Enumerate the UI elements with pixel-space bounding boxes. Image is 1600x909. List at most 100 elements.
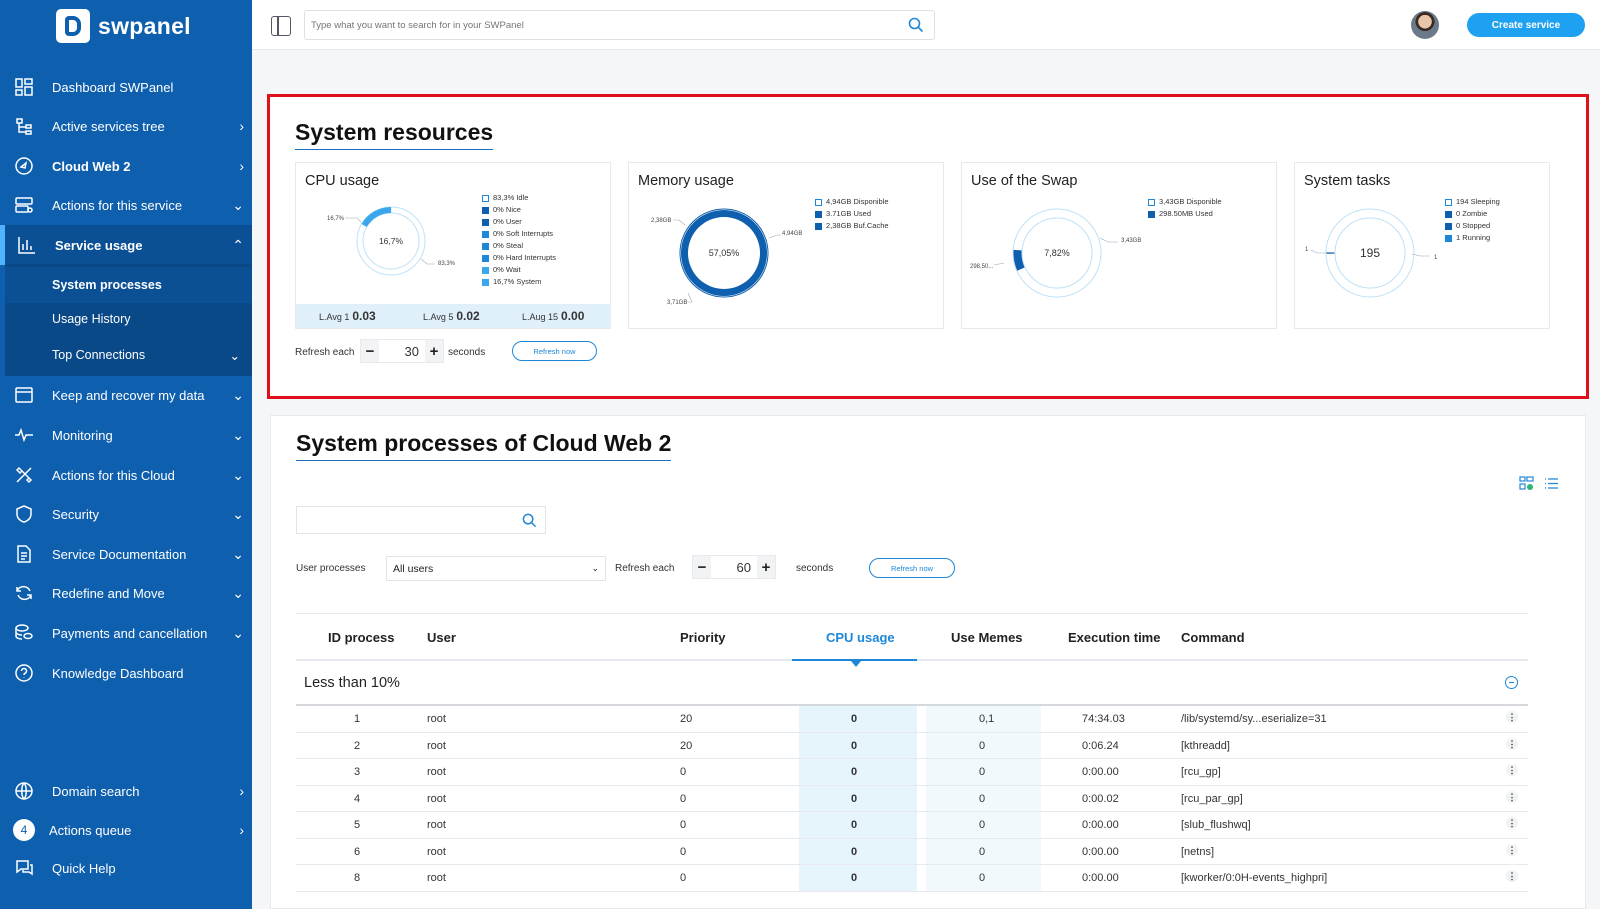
- help-circle-icon: [13, 662, 35, 684]
- memory-donut-chart: 57,05% 2,38GB 4,94GB 3,71GB: [651, 208, 802, 306]
- table-row[interactable]: 6 root 0 0 0 0:00.00 [netns] ⋮: [296, 838, 1528, 865]
- tools-icon: [13, 464, 35, 486]
- table-row[interactable]: 4 root 0 0 0 0:00.02 [rcu_par_gp] ⋮: [296, 785, 1528, 812]
- tasks-legend: 194 Sleeping 0 Zombie 0 Stopped 1 Runnin…: [1445, 196, 1500, 244]
- col-id-process[interactable]: ID process: [328, 630, 394, 645]
- cell-command: [slub_flushwq]: [1181, 819, 1251, 831]
- sidebar-item-actions-service[interactable]: Actions for this service ⌄: [0, 185, 252, 225]
- seconds-label: seconds: [448, 347, 486, 358]
- increment-button[interactable]: +: [425, 340, 443, 362]
- cell-user: root: [427, 766, 446, 778]
- search-icon[interactable]: [908, 17, 924, 38]
- collapse-group-icon[interactable]: [1505, 676, 1518, 689]
- table-row[interactable]: 8 root 0 0 0 0:00.00 [kworker/0:0H-events_high…: [296, 865, 1528, 892]
- row-menu-icon[interactable]: ⋮: [1506, 870, 1518, 882]
- cell-id: 8: [354, 872, 361, 884]
- sidebar-item-dashboard[interactable]: Dashboard SWPanel: [0, 67, 252, 107]
- cell-id: 4: [354, 792, 361, 805]
- sidebar-item-redefine-move[interactable]: Redefine and Move ⌄: [0, 573, 252, 613]
- globe-icon: [13, 780, 35, 802]
- collapse-sidebar-icon[interactable]: [271, 16, 291, 36]
- queue-badge: 4: [13, 819, 35, 841]
- refresh-now-button[interactable]: Refresh now: [512, 341, 597, 361]
- user-filter-select[interactable]: All users ⌄: [386, 556, 606, 581]
- cell-priority: 20: [680, 713, 693, 725]
- cell-mem: 0,1: [979, 713, 995, 725]
- memory-label-3: 3,71GB: [667, 300, 687, 306]
- col-cpu-usage[interactable]: CPU usage: [826, 630, 895, 645]
- cell-command: [netns]: [1181, 845, 1215, 858]
- sidebar-item-monitoring[interactable]: Monitoring ⌄: [0, 415, 252, 455]
- increment-button[interactable]: +: [757, 556, 775, 578]
- col-execution-time[interactable]: Execution time: [1068, 630, 1160, 645]
- user-avatar[interactable]: [1411, 11, 1439, 39]
- row-menu-icon[interactable]: ⋮: [1506, 843, 1518, 856]
- sidebar-item-quick-help[interactable]: Quick Help: [0, 848, 252, 888]
- row-menu-icon[interactable]: ⋮: [1506, 711, 1518, 723]
- table-row[interactable]: 1 root 20 0 0,1 74:34.03/lib/systemd/sy...ese…: [296, 706, 1528, 733]
- cell-cpu: 0: [851, 819, 858, 831]
- cell-id: 5: [354, 819, 361, 831]
- cell-mem: 0: [979, 872, 986, 884]
- submenu-usage-history[interactable]: Usage History: [5, 301, 252, 337]
- process-refresh-value[interactable]: 60: [711, 560, 757, 575]
- memory-usage-card: Memory usage 57,05% 2,38GB 4,94GB 3,71GB…: [628, 162, 944, 329]
- col-command[interactable]: Command: [1181, 630, 1245, 645]
- grid-view-icon[interactable]: [1519, 476, 1534, 491]
- swap-usage-card: Use of the Swap 7,82% 3,43GB 298,50... 3…: [961, 162, 1277, 329]
- legend-item: 194 Sleeping: [1445, 196, 1500, 208]
- sidebar-item-security[interactable]: Security ⌄: [0, 494, 252, 534]
- swap-center-value: 7,82%: [1044, 248, 1070, 258]
- col-priority[interactable]: Priority: [680, 630, 726, 645]
- group-row-less-than-10[interactable]: Less than 10%: [296, 661, 1528, 706]
- decrement-button[interactable]: −: [693, 556, 711, 578]
- chevron-down-icon: ⌄: [232, 545, 244, 562]
- sidebar-item-label: Dashboard SWPanel: [52, 79, 174, 95]
- swpanel-logo[interactable]: swpanel: [56, 9, 191, 43]
- sidebar-item-keep-recover[interactable]: Keep and recover my data ⌄: [0, 375, 252, 415]
- swap-usage-title: Use of the Swap: [971, 173, 1078, 189]
- row-menu-icon[interactable]: ⋮: [1506, 790, 1518, 803]
- process-refresh-now-button[interactable]: Refresh now: [869, 558, 955, 578]
- col-use-memes[interactable]: Use Memes: [951, 630, 1023, 645]
- coins-icon: [13, 622, 35, 644]
- swap-label-2: 298,50...: [970, 264, 994, 270]
- process-search-field[interactable]: [296, 506, 546, 534]
- sidebar-item-label: Service usage: [55, 237, 143, 253]
- cpu-legend: 83,3% Idle 0% Nice 0% User 0% Soft Inter…: [482, 192, 556, 288]
- search-icon[interactable]: [522, 513, 537, 533]
- list-view-icon[interactable]: [1544, 476, 1559, 491]
- row-menu-icon[interactable]: ⋮: [1506, 817, 1518, 829]
- sidebar-item-service-usage[interactable]: Service usage ⌃: [0, 225, 252, 265]
- processes-table: ID process User Priority CPU usage Use M…: [296, 613, 1528, 892]
- sidebar-item-knowledge-dashboard[interactable]: Knowledge Dashboard: [0, 653, 252, 693]
- decrement-button[interactable]: −: [361, 340, 379, 362]
- sidebar-item-service-documentation[interactable]: Service Documentation ⌄: [0, 534, 252, 574]
- create-service-button[interactable]: Create service: [1467, 13, 1585, 37]
- swap-legend: 3,43GB Disponible 298.50MB Used: [1148, 196, 1222, 220]
- submenu-system-processes[interactable]: System processes: [5, 267, 252, 303]
- global-search-input[interactable]: [305, 11, 885, 39]
- sidebar-item-actions-queue[interactable]: 4 Actions queue ›: [0, 810, 252, 850]
- refresh-interval-value[interactable]: 30: [379, 344, 425, 359]
- sidebar-item-actions-cloud[interactable]: Actions for this Cloud ⌄: [0, 455, 252, 495]
- sidebar-item-payments[interactable]: Payments and cancellation ⌄: [0, 613, 252, 653]
- sidebar-item-domain-search[interactable]: Domain search ›: [0, 771, 252, 811]
- row-menu-icon[interactable]: ⋮: [1506, 764, 1518, 776]
- cell-id: 6: [354, 845, 361, 858]
- submenu-top-connections[interactable]: Top Connections ⌄: [5, 337, 252, 373]
- refresh-each-label: Refresh each: [295, 347, 355, 358]
- load-avg-5: L.Avg 5 0.02: [423, 309, 480, 323]
- chevron-right-icon: ›: [239, 783, 244, 799]
- col-user[interactable]: User: [427, 630, 456, 645]
- system-resources-panel: System resources CPU usage 16,7% 16,7% 8…: [267, 94, 1589, 399]
- legend-item: 1 Running: [1445, 232, 1500, 244]
- table-header: ID process User Priority CPU usage Use M…: [296, 613, 1528, 667]
- sidebar-item-cloud-web-2[interactable]: Cloud Web 2 ›: [0, 146, 252, 186]
- sidebar-item-active-services-tree[interactable]: Active services tree ›: [0, 106, 252, 146]
- cell-cpu: 0: [851, 713, 858, 725]
- table-row[interactable]: 3 root 0 0 0 0:00.00 [rcu_gp] ⋮: [296, 759, 1528, 786]
- row-menu-icon[interactable]: ⋮: [1506, 737, 1518, 750]
- table-row[interactable]: 5 root 0 0 0 0:00.00 [slub_flushwq] ⋮: [296, 812, 1528, 839]
- table-row[interactable]: 2 root 20 0 0 0:06.24 [kthreadd] ⋮: [296, 732, 1528, 759]
